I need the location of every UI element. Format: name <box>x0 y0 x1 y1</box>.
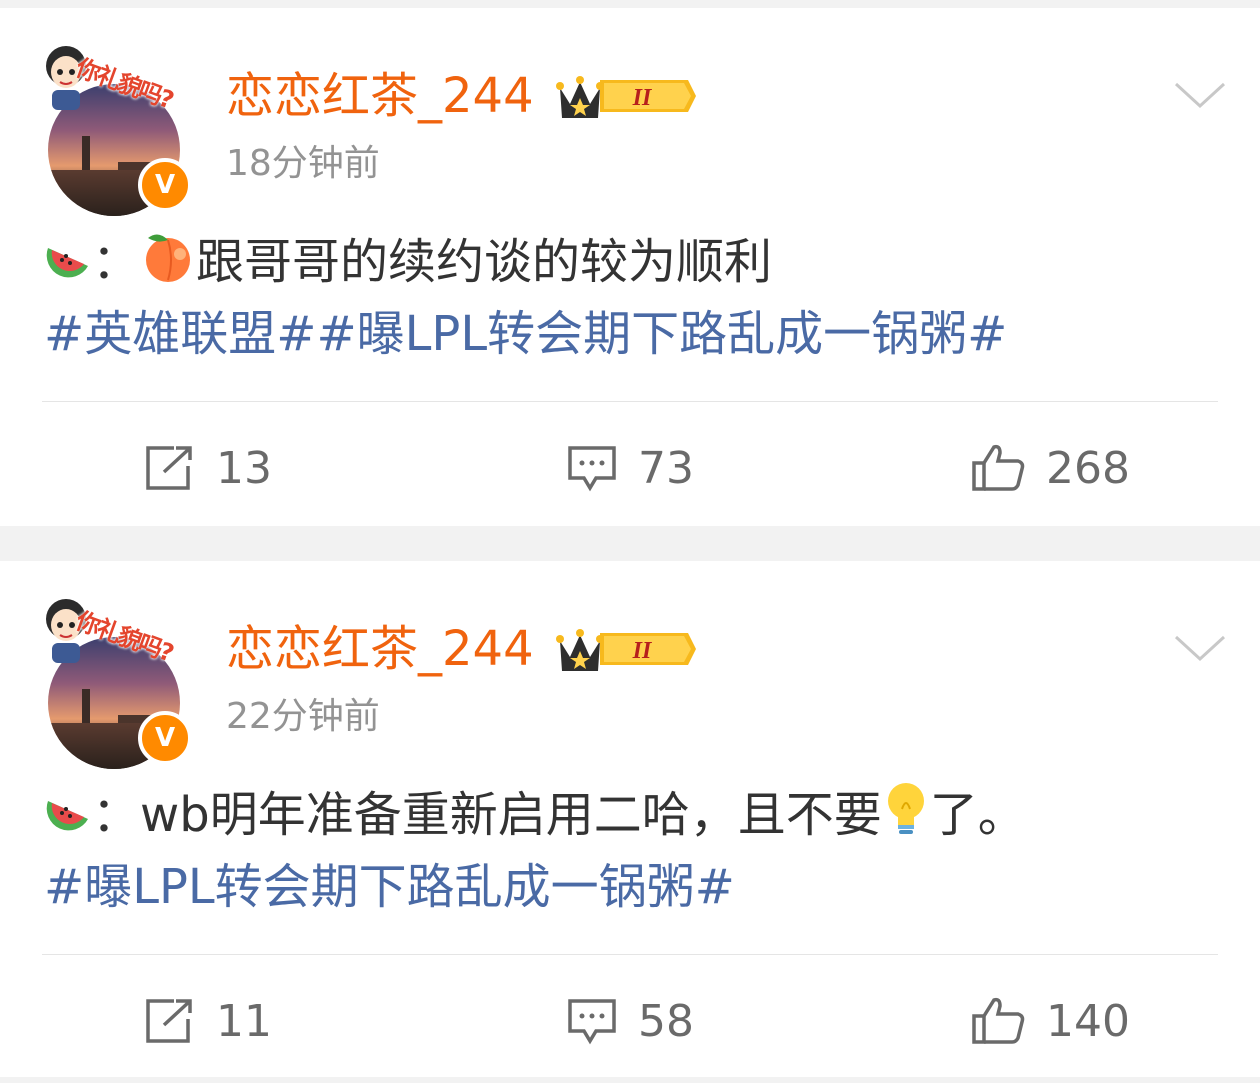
comment-count: 73 <box>638 442 694 494</box>
lightbulb-emoji-icon <box>887 783 924 834</box>
content-colon: ： <box>92 787 141 843</box>
thumbs-up-icon <box>972 997 1025 1044</box>
watermelon-emoji-icon <box>46 801 88 831</box>
comment-icon <box>568 446 616 492</box>
vip-crown-badge-icon[interactable]: II <box>556 621 696 677</box>
divider <box>42 401 1218 402</box>
topic-link[interactable]: #英雄联盟##曝LPL转会期下路乱成一锅粥# <box>44 306 1007 362</box>
verified-badge: V <box>138 711 192 765</box>
topic-link[interactable]: #曝LPL转会期下路乱成一锅粥# <box>44 859 735 915</box>
chevron-down-icon[interactable] <box>1172 627 1228 667</box>
username[interactable]: 恋恋红茶_244 <box>226 613 534 685</box>
thumbs-up-icon <box>972 444 1025 491</box>
watermelon-emoji-icon <box>46 248 88 278</box>
content-text-after: 了。 <box>929 787 1026 843</box>
repost-count: 11 <box>216 995 272 1047</box>
post-content: ： 跟哥哥的续约谈的较为顺利 #英雄联盟##曝LPL转会期下路乱成一锅粥# <box>44 226 1224 370</box>
like-count: 140 <box>1046 995 1130 1047</box>
post-content: ：wb明年准备重新启用二哈，且不要 了。 #曝LPL转会期下路乱成一锅粥# <box>44 779 1224 923</box>
post-time: 22分钟前 <box>226 696 380 737</box>
repost-icon <box>146 446 192 490</box>
verified-badge: V <box>138 158 192 212</box>
like-button[interactable]: 140 <box>970 991 1130 1051</box>
comment-count: 58 <box>638 995 694 1047</box>
repost-button[interactable]: 11 <box>144 991 272 1051</box>
feed-post: 你礼貌吗? V 恋恋红茶_244 II 18分钟前 ： 跟哥哥的续约谈的较为顺利… <box>0 8 1260 526</box>
repost-button[interactable]: 13 <box>144 438 272 498</box>
repost-icon <box>146 999 192 1043</box>
comment-button[interactable]: 58 <box>566 991 694 1051</box>
weibo-feed: 你礼貌吗? V 恋恋红茶_244 II 18分钟前 ： 跟哥哥的续约谈的较为顺利… <box>0 0 1260 1083</box>
vip-level: II <box>632 85 653 111</box>
vip-level: II <box>632 638 653 664</box>
comment-button[interactable]: 73 <box>566 438 694 498</box>
comment-icon <box>568 999 616 1045</box>
username[interactable]: 恋恋红茶_244 <box>226 60 534 132</box>
post-time: 18分钟前 <box>226 143 380 184</box>
divider <box>42 954 1218 955</box>
like-count: 268 <box>1046 442 1130 494</box>
content-colon: ： <box>92 234 141 290</box>
content-text: 跟哥哥的续约谈的较为顺利 <box>196 234 773 290</box>
content-text: wb明年准备重新启用二哈，且不要 <box>140 787 882 843</box>
like-button[interactable]: 268 <box>970 438 1130 498</box>
chevron-down-icon[interactable] <box>1172 74 1228 114</box>
vip-crown-badge-icon[interactable]: II <box>556 68 696 124</box>
repost-count: 13 <box>216 442 272 494</box>
peach-emoji-icon <box>146 234 191 282</box>
feed-post: 你礼貌吗? V 恋恋红茶_244 II 22分钟前 ：wb明年准备重新启用二哈，… <box>0 561 1260 1077</box>
